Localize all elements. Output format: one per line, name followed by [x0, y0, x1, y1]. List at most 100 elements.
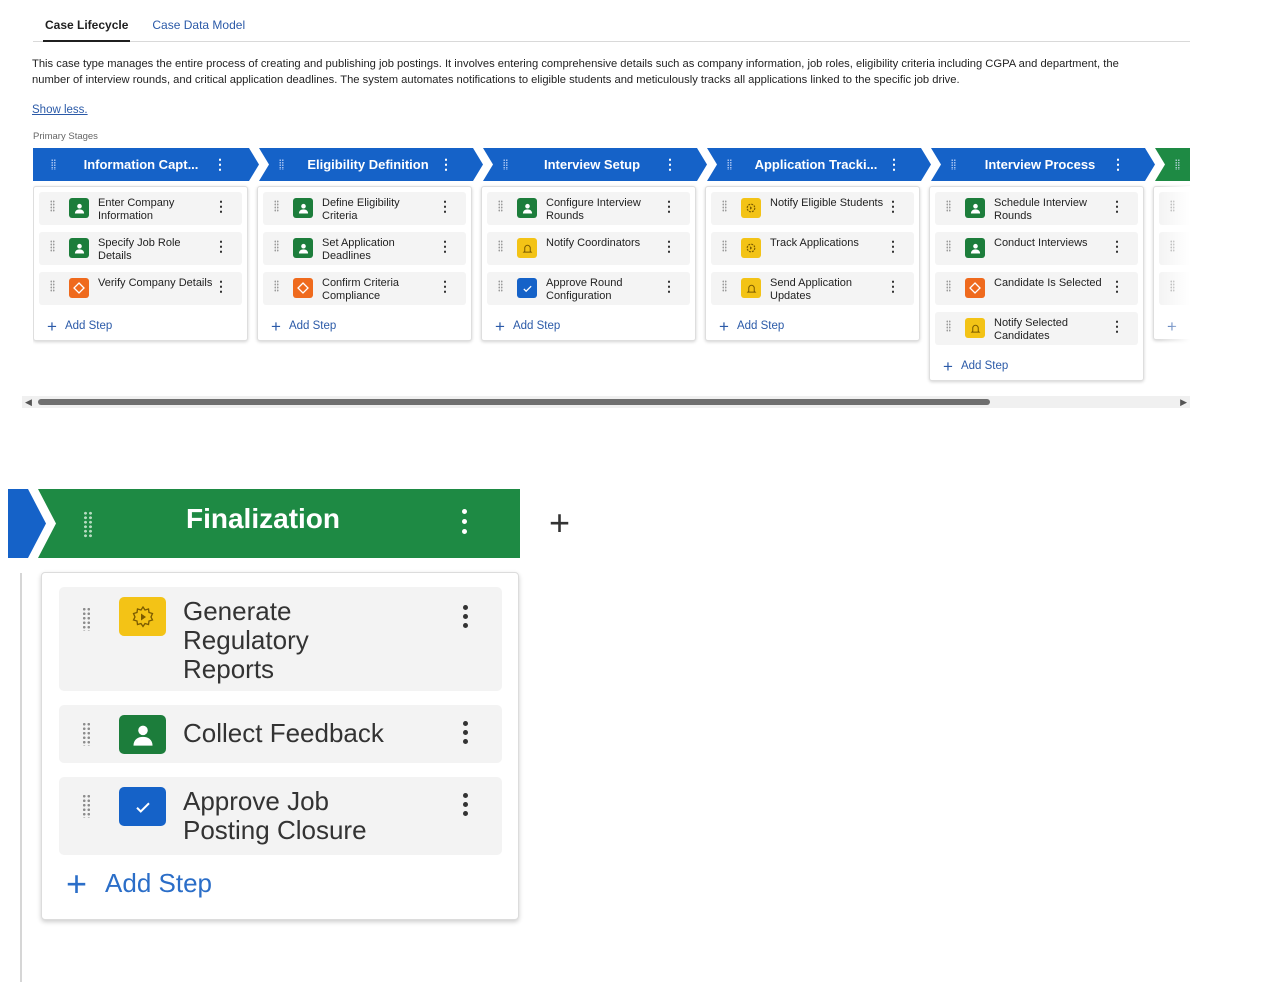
more-options-icon[interactable] [463, 721, 470, 748]
step-item[interactable]: Collect Feedback [59, 705, 502, 763]
more-options-icon[interactable]: ⋮ [663, 157, 677, 171]
step-item[interactable]: Define Eligibility Criteria ⋮ [263, 192, 466, 225]
step-label: Notify Coordinators [546, 237, 641, 249]
step-item[interactable]: Specify Job Role Details ⋮ [39, 232, 242, 265]
step-item[interactable]: Approve Job Posting Closure [59, 777, 502, 855]
stage-header-interview-process[interactable]: Interview Process ⋮ [933, 148, 1147, 181]
drag-handle-icon[interactable] [82, 794, 92, 818]
stage-header-information-capture[interactable]: Information Capt... ⋮ [33, 148, 249, 181]
add-step-button[interactable]: + Add Step [935, 352, 1138, 380]
stage-header-eligibility-definition[interactable]: Eligibility Definition ⋮ [261, 148, 475, 181]
step-item[interactable]: Candidate Is Selected ⋮ [935, 272, 1138, 305]
drag-handle-icon[interactable] [50, 240, 55, 252]
drag-handle-icon[interactable] [50, 200, 55, 212]
drag-handle-icon[interactable] [50, 280, 55, 292]
more-options-icon[interactable]: ⋮ [1110, 319, 1124, 333]
more-options-icon[interactable]: ⋮ [1110, 239, 1124, 253]
step-item[interactable]: Schedule Interview Rounds ⋮ [935, 192, 1138, 225]
drag-handle-icon[interactable] [274, 240, 279, 252]
more-options-icon[interactable]: ⋮ [887, 157, 901, 171]
drag-handle-icon[interactable] [498, 280, 503, 292]
drag-handle-icon[interactable] [946, 240, 951, 252]
plus-icon: + [943, 356, 953, 376]
drag-handle-icon[interactable] [82, 722, 92, 746]
drag-handle-icon[interactable] [274, 200, 279, 212]
drag-handle-icon[interactable] [498, 200, 503, 212]
decision-icon [69, 278, 89, 298]
step-item[interactable]: Notify Coordinators ⋮ [487, 232, 690, 265]
more-options-icon[interactable]: ⋮ [886, 239, 900, 253]
stage-card-eligibility-definition: Define Eligibility Criteria ⋮ Set Applic… [257, 186, 472, 341]
add-stage-button[interactable]: + [549, 503, 570, 543]
more-options-icon[interactable]: ⋮ [662, 239, 676, 253]
drag-handle-icon[interactable] [82, 607, 92, 631]
more-options-icon[interactable]: ⋮ [886, 199, 900, 213]
drag-handle-icon[interactable] [83, 511, 94, 538]
drag-handle-icon[interactable] [722, 280, 727, 292]
more-options-icon[interactable]: ⋮ [662, 199, 676, 213]
drag-handle-icon[interactable] [498, 240, 503, 252]
stage-card-information-capture: Enter Company Information ⋮ Specify Job … [33, 186, 248, 341]
add-step-button[interactable]: + Add Step [711, 312, 914, 340]
more-options-icon[interactable]: ⋮ [886, 279, 900, 293]
step-item[interactable]: Configure Interview Rounds ⋮ [487, 192, 690, 225]
step-item[interactable]: Approve Round Configuration ⋮ [487, 272, 690, 305]
more-options-icon[interactable]: ⋮ [213, 157, 227, 171]
add-step-label: Add Step [288, 320, 337, 332]
step-item[interactable]: Conduct Interviews ⋮ [935, 232, 1138, 265]
stage-header-application-tracking[interactable]: Application Tracki... ⋮ [709, 148, 923, 181]
more-options-icon[interactable]: ⋮ [438, 239, 452, 253]
add-step-button[interactable]: + Add Step [263, 312, 466, 340]
scroll-left-icon[interactable]: ◀ [25, 397, 32, 408]
drag-handle-icon[interactable] [274, 280, 279, 292]
more-options-icon[interactable]: ⋮ [1110, 279, 1124, 293]
step-item[interactable]: Confirm Criteria Compliance ⋮ [263, 272, 466, 305]
more-options-icon[interactable]: ⋮ [439, 157, 453, 171]
step-item[interactable]: Generate Regulatory Reports [59, 587, 502, 691]
more-options-icon[interactable] [463, 793, 470, 820]
stage-header-finalization-partial[interactable] [1157, 148, 1190, 181]
more-options-icon[interactable]: ⋮ [438, 199, 452, 213]
more-options-icon[interactable]: ⋮ [214, 199, 228, 213]
more-options-icon[interactable]: ⋮ [438, 279, 452, 293]
more-options-icon[interactable]: ⋮ [214, 239, 228, 253]
scroll-right-icon[interactable]: ▶ [1180, 397, 1187, 408]
decision-icon [293, 278, 313, 298]
step-item[interactable]: Send Application Updates ⋮ [711, 272, 914, 305]
more-options-icon[interactable]: ⋮ [214, 279, 228, 293]
more-options-icon[interactable]: ⋮ [1110, 199, 1124, 213]
step-label: Send Application Updates [770, 277, 852, 302]
drag-handle-icon[interactable] [946, 200, 951, 212]
step-item[interactable]: Set Application Deadlines ⋮ [263, 232, 466, 265]
add-step-button[interactable]: + Add Step [487, 312, 690, 340]
add-step-label: Add Step [512, 320, 561, 332]
more-options-icon[interactable]: ⋮ [1111, 157, 1125, 171]
step-item[interactable]: Notify Eligible Students ⋮ [711, 192, 914, 225]
step-item[interactable]: Enter Company Information ⋮ [39, 192, 242, 225]
step-item[interactable]: Notify Selected Candidates ⋮ [935, 312, 1138, 345]
more-options-icon[interactable] [463, 605, 470, 632]
scrollbar-thumb[interactable] [38, 399, 990, 405]
finalization-stage-title: Finalization [186, 503, 340, 534]
step-item[interactable]: Verify Company Details ⋮ [39, 272, 242, 305]
drag-handle-icon[interactable] [722, 240, 727, 252]
drag-handle-icon[interactable] [722, 200, 727, 212]
horizontal-scrollbar[interactable]: ◀ ▶ [22, 396, 1190, 408]
add-step-button[interactable]: + Add Step [39, 312, 242, 340]
more-options-icon[interactable] [456, 509, 472, 539]
stage-header-interview-setup[interactable]: Interview Setup ⋮ [485, 148, 699, 181]
drag-handle-icon[interactable] [946, 280, 951, 292]
tab-case-data-model[interactable]: Case Data Model [140, 10, 257, 41]
show-less-link[interactable]: Show less. [32, 104, 88, 116]
step-label: Confirm Criteria Compliance [322, 277, 400, 302]
more-options-icon[interactable]: ⋮ [662, 279, 676, 293]
tab-case-lifecycle[interactable]: Case Lifecycle [33, 10, 140, 42]
plus-icon: + [47, 316, 57, 336]
plus-icon: + [495, 316, 505, 336]
stage-lane: Information Capt... ⋮ Eligibility Defini… [33, 148, 1190, 388]
step-item[interactable]: Track Applications ⋮ [711, 232, 914, 265]
drag-handle-icon[interactable] [1175, 159, 1180, 170]
automation-icon [119, 597, 166, 636]
add-step-button[interactable]: + Add Step [66, 865, 212, 901]
drag-handle-icon[interactable] [946, 320, 951, 332]
